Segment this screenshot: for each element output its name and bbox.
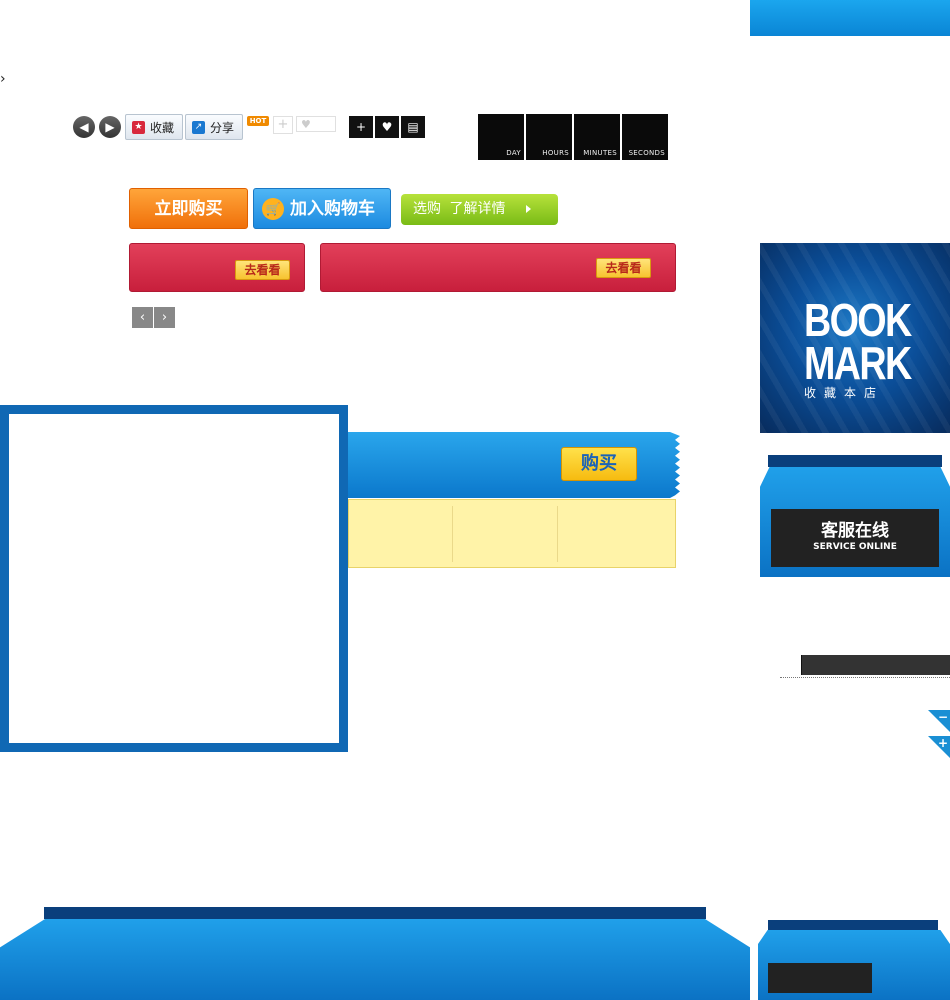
next-arrow-button[interactable]: › [154,307,175,328]
countdown-seconds-label: SECONDS [628,149,665,157]
buy-button[interactable]: 购买 [561,447,637,481]
hot-badge: HOT [247,116,269,126]
plus-icon: + [355,120,367,134]
cart-icon: 🛒 [262,198,284,220]
dotted-divider [780,677,950,678]
promo-banner-wide[interactable]: 去看看 [320,243,676,292]
go-look-button[interactable]: 去看看 [596,258,651,278]
countdown-day: DAY [478,114,524,160]
prev-arrow-button[interactable]: ‹ [132,307,153,328]
plus-icon[interactable]: + [273,116,293,134]
minus-icon: − [937,710,948,724]
go-look-button[interactable]: 去看看 [235,260,290,280]
add-to-cart-button[interactable]: 🛒 加入购物车 [253,188,391,229]
table-divider [452,506,453,562]
countdown-hours: HOURS [526,114,572,160]
promo-banner-small[interactable]: 去看看 [129,243,305,292]
triangle-right-icon [526,205,531,213]
service-online-panel[interactable]: 客服在线 SERVICE ONLINE [760,455,950,577]
select-buy-label: 选购 [413,201,441,217]
plus-icon: + [937,736,948,750]
dark-bar [801,655,950,675]
add-to-cart-label: 加入购物车 [290,199,375,219]
countdown-day-label: DAY [506,149,521,157]
learn-details-button[interactable]: 选购 了解详情 [401,194,558,225]
expand-corner-button[interactable]: + [928,736,950,758]
service-title-cn: 客服在线 [821,521,889,541]
like-button[interactable]: ♥ [375,116,399,138]
collapse-corner-button[interactable]: − [928,710,950,732]
bookmark-line2: MARK [804,337,912,389]
bookmark-banner[interactable]: BOOK MARK 收藏本店 [760,243,950,433]
table-divider [557,506,558,562]
prev-round-button[interactable]: ◀ [73,116,95,138]
heart-icon[interactable]: ♥ [296,116,336,132]
chevron-right-icon: › [161,310,168,325]
comment-icon: ▤ [407,120,419,134]
next-round-button[interactable]: ▶ [99,116,121,138]
share-button[interactable]: ↗ 分享 [185,114,243,140]
chevron-right-icon[interactable]: › [0,72,12,86]
image-frame [0,405,348,752]
heart-icon: ♥ [381,120,393,134]
bottom-right-panel-top [768,920,938,930]
share-icon: ↗ [192,121,205,134]
star-icon: ★ [132,121,145,134]
service-online-badge[interactable]: 客服在线 SERVICE ONLINE [771,509,939,567]
countdown-minutes-label: MINUTES [583,149,617,157]
bottom-bar-top [44,907,706,919]
countdown-hours-label: HOURS [542,149,569,157]
arrow-right-icon: ▶ [105,120,115,134]
bookmark-line1: BOOK [804,294,912,346]
learn-details-label: 了解详情 [449,201,506,217]
info-table [348,499,676,568]
countdown-minutes: MINUTES [574,114,620,160]
buy-now-button[interactable]: 立即购买 [129,188,248,229]
top-blue-strip [750,0,950,36]
comment-button[interactable]: ▤ [401,116,425,138]
service-title-en: SERVICE ONLINE [813,542,897,552]
bottom-blue-bar [0,919,750,1000]
bottom-right-dark-box[interactable] [768,963,872,993]
share-label: 分享 [210,121,235,135]
add-button[interactable]: + [349,116,373,138]
image-frame-content [9,414,339,743]
favorite-label: 收藏 [150,121,175,135]
chevron-left-icon: ‹ [139,310,146,325]
countdown-seconds: SECONDS [622,114,668,160]
favorite-button[interactable]: ★ 收藏 [125,114,183,140]
bookmark-subtitle: 收藏本店 [804,386,885,400]
service-panel-top [768,455,942,467]
arrow-left-icon: ◀ [79,120,89,134]
